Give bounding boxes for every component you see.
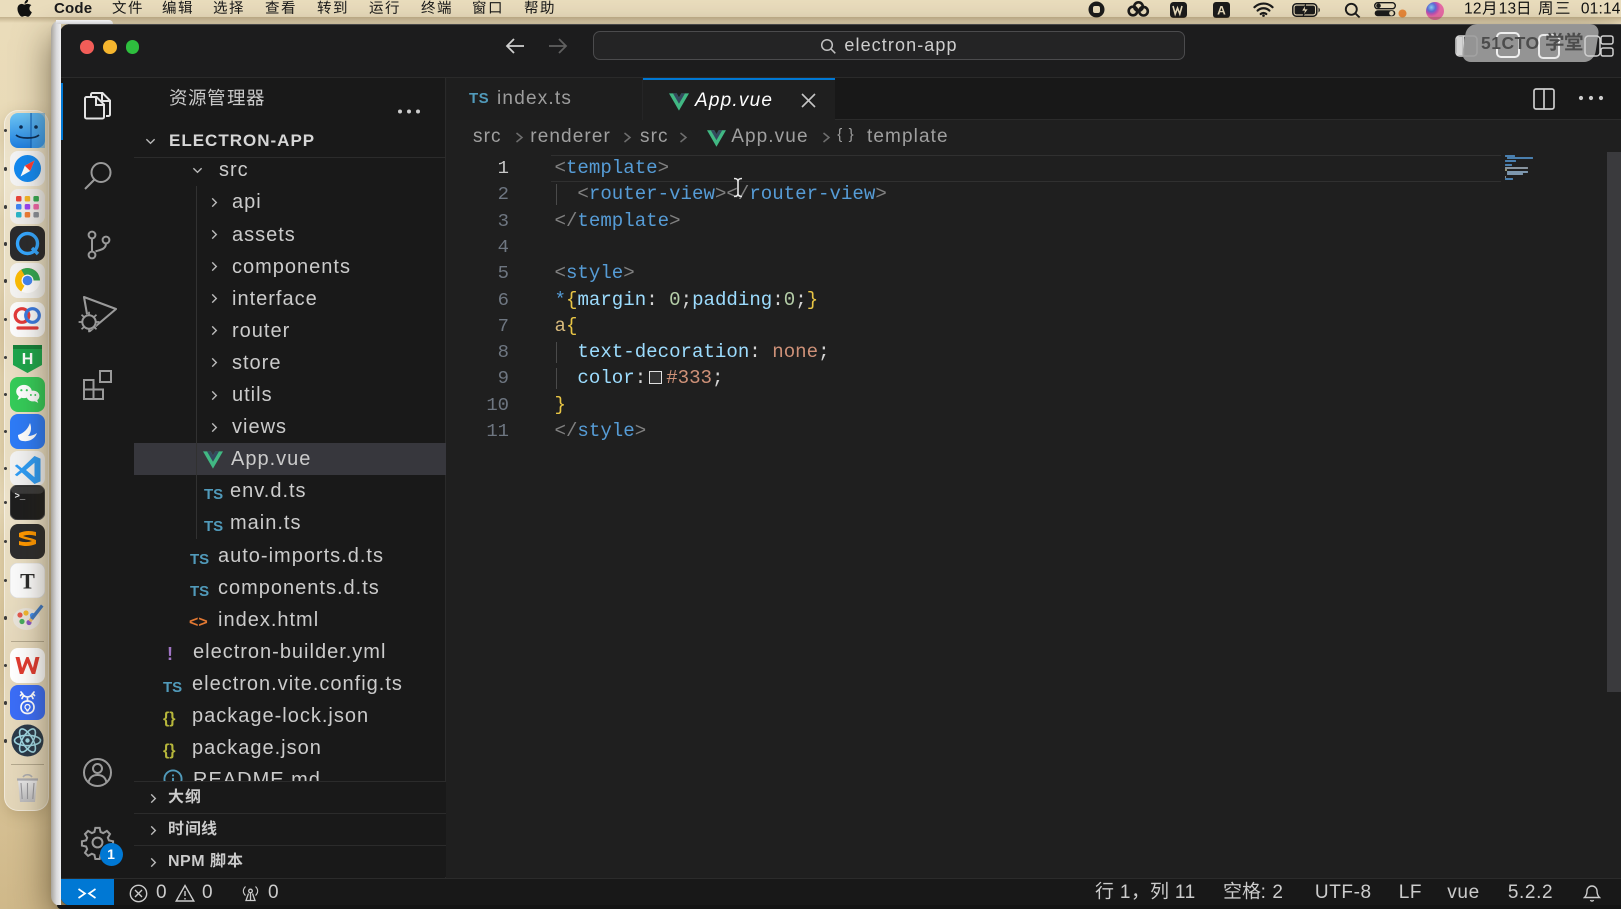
svg-text:>_: >_ — [14, 491, 25, 501]
svg-text:H: H — [21, 351, 33, 368]
svg-text:T: T — [20, 568, 35, 593]
svg-text:A: A — [1217, 3, 1226, 17]
